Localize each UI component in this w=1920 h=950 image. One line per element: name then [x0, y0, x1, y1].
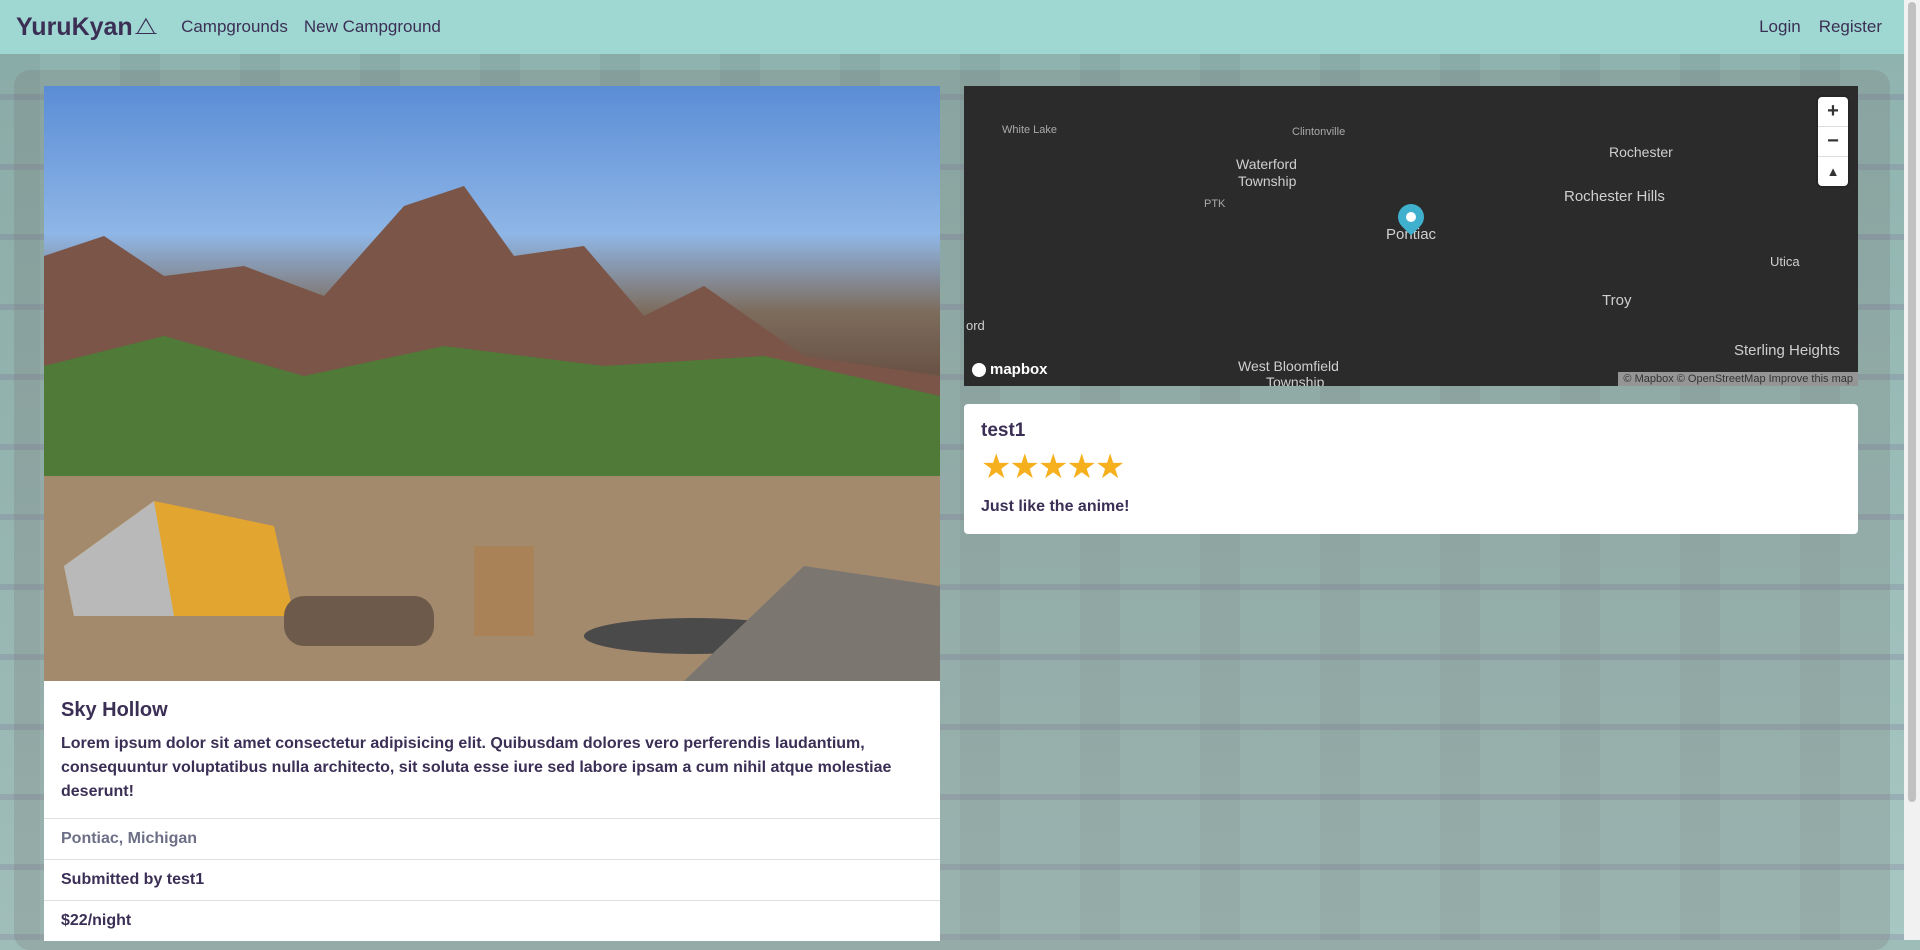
map-label: Troy	[1602, 292, 1632, 309]
zoom-in-button[interactable]: +	[1818, 97, 1848, 127]
map-label: ord	[966, 318, 985, 333]
campground-title: Sky Hollow	[61, 699, 168, 721]
nav-links: Campgrounds New Campground	[165, 17, 441, 37]
map-label: White Lake	[1002, 124, 1058, 136]
map[interactable]: White Lake Clintonville Waterford Townsh…	[964, 86, 1858, 386]
campground-photo	[44, 86, 940, 681]
map-label: Utica	[1770, 254, 1800, 269]
map-controls: + − ▲	[1818, 97, 1848, 186]
map-label: Township	[1238, 173, 1297, 189]
map-label: West Bloomfield	[1238, 358, 1339, 374]
tent-icon: ⧍	[134, 13, 158, 40]
login-link[interactable]: Login	[1759, 17, 1801, 37]
campground-price: $22/night	[44, 900, 940, 941]
mapbox-logo-text: mapbox	[990, 361, 1048, 378]
map-label: Rochester Hills	[1564, 188, 1665, 205]
mapbox-logo[interactable]: mapbox	[972, 361, 1048, 378]
review-card: test1 ★★★★★ Just like the anime!	[964, 404, 1858, 534]
brand[interactable]: YuruKyan ⧍	[16, 13, 157, 42]
nav-campgrounds-link[interactable]: Campgrounds	[181, 17, 288, 37]
map-label: Rochester	[1609, 144, 1673, 160]
mapbox-logo-icon	[972, 362, 986, 377]
brand-name[interactable]: YuruKyan	[16, 13, 133, 42]
scrollbar-thumb[interactable]	[1908, 2, 1916, 802]
navbar: YuruKyan ⧍ Campgrounds New Campground Lo…	[0, 0, 1904, 54]
campground-description: Lorem ipsum dolor sit amet consectetur a…	[61, 735, 892, 800]
map-label: Waterford	[1236, 156, 1297, 172]
map-label: Sterling Heights	[1734, 342, 1840, 359]
campground-card: Sky Hollow Lorem ipsum dolor sit amet co…	[44, 86, 940, 941]
map-label: Clintonville	[1292, 126, 1346, 138]
register-link[interactable]: Register	[1819, 17, 1882, 37]
star-rating: ★★★★★	[981, 448, 1125, 486]
campground-author: Submitted by test1	[44, 859, 940, 900]
campground-info: Sky Hollow Lorem ipsum dolor sit amet co…	[44, 681, 940, 818]
review-text: Just like the anime!	[981, 498, 1130, 515]
map-attribution[interactable]: © Mapbox © OpenStreetMap Improve this ma…	[1618, 372, 1858, 386]
zoom-out-button[interactable]: −	[1818, 127, 1848, 157]
compass-button[interactable]: ▲	[1818, 157, 1848, 186]
auth-links: Login Register	[1741, 17, 1882, 37]
campground-location: Pontiac, Michigan	[44, 818, 940, 859]
review-author: test1	[981, 420, 1026, 441]
campsite-graphic	[44, 476, 940, 681]
map-label: Township	[1266, 374, 1325, 386]
map-label: PTK	[1204, 198, 1226, 210]
scrollbar[interactable]	[1904, 0, 1920, 940]
nav-new-campground-link[interactable]: New Campground	[304, 17, 441, 37]
sidebar-column: White Lake Clintonville Waterford Townsh…	[964, 86, 1858, 534]
